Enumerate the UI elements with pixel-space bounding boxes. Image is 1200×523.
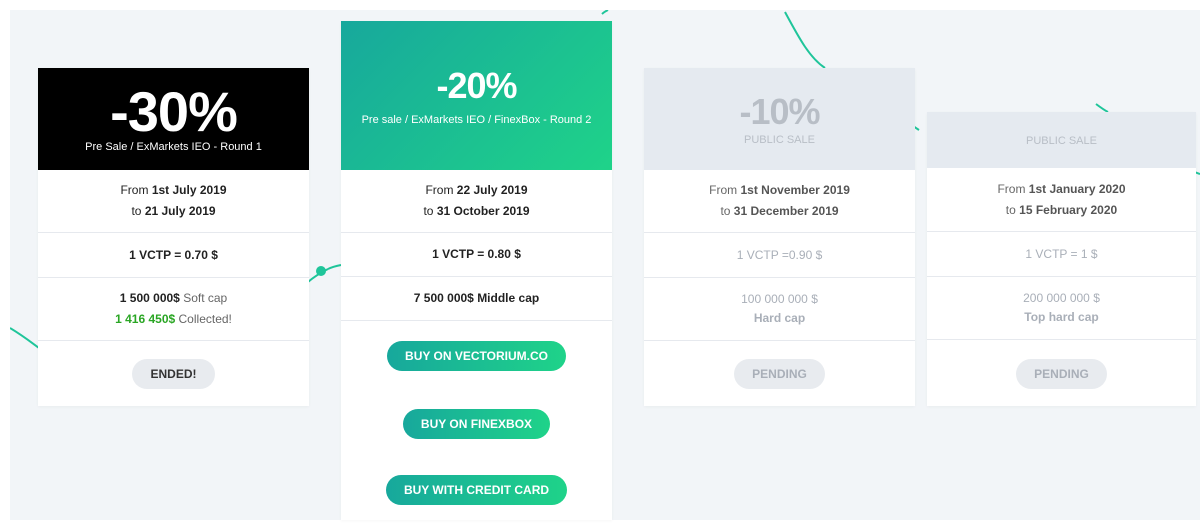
start-date: 22 July 2019 [456, 183, 528, 197]
end-date: 21 July 2019 [144, 204, 216, 218]
token-rate: 1 VCTP = 1 $ [927, 231, 1196, 276]
token-rate: 1 VCTP =0.90 $ [644, 232, 915, 277]
end-date: 31 December 2019 [733, 204, 839, 218]
card-action: PENDING [644, 340, 915, 407]
round-subtitle: PUBLIC SALE [1026, 135, 1097, 147]
cap-label: Middle cap [477, 291, 540, 305]
start-date: 1st July 2019 [151, 183, 227, 197]
from-label: From [120, 183, 149, 197]
cap-label: Hard cap [753, 311, 806, 325]
token-rate: 1 VCTP = 0.80 $ [341, 232, 612, 276]
to-label: to [423, 204, 434, 218]
card-header: -10% PUBLIC SALE [644, 68, 915, 170]
cap-info: 200 000 000 $ Top hard cap [927, 276, 1196, 339]
collected-amount: 1 416 450$ [115, 312, 176, 326]
from-label: From [709, 183, 738, 197]
sale-card-public-2: PUBLIC SALE From 1st January 2020 to 15 … [927, 112, 1196, 406]
buy-vectorium-button[interactable]: BUY ON VECTORIUM.CO [387, 341, 566, 371]
discount-label: -30% [110, 80, 238, 143]
date-range: From 1st November 2019 to 31 December 20… [644, 170, 915, 232]
pending-button[interactable]: PENDING [734, 359, 825, 389]
start-date: 1st January 2020 [1028, 181, 1126, 196]
buy-buttons: BUY ON VECTORIUM.CO BUY ON FINEXBOX BUY … [341, 320, 612, 523]
card-action: PENDING [927, 339, 1196, 408]
cap-info: 100 000 000 $ Hard cap [644, 277, 915, 340]
cap-label: Soft cap [183, 291, 228, 305]
ended-button[interactable]: ENDED! [132, 359, 215, 389]
round-subtitle: Pre sale / ExMarkets IEO / FinexBox - Ro… [361, 113, 592, 126]
card-action: ENDED! [38, 340, 309, 407]
sale-card-round-1: -30% Pre Sale / ExMarkets IEO - Round 1 … [38, 68, 309, 406]
cap-amount: 200 000 000 $ [1023, 291, 1100, 305]
to-label: to [1005, 202, 1016, 217]
collected-label: Collected! [178, 312, 232, 326]
cap-amount: 100 000 000 $ [741, 292, 818, 306]
cap-info: 7 500 000$ Middle cap [341, 276, 612, 320]
card-header: PUBLIC SALE [927, 112, 1196, 168]
from-label: From [425, 183, 454, 197]
round-subtitle: PUBLIC SALE [744, 134, 815, 146]
cap-amount: 1 500 000$ [119, 291, 180, 305]
discount-label: -20% [436, 64, 517, 106]
date-range: From 22 July 2019 to 31 October 2019 [341, 170, 612, 232]
pending-button[interactable]: PENDING [1016, 359, 1107, 389]
cap-label: Top hard cap [1024, 310, 1099, 324]
card-header: -30% Pre Sale / ExMarkets IEO - Round 1 [38, 68, 309, 170]
buy-credit-card-button[interactable]: BUY WITH CREDIT CARD [385, 475, 568, 505]
to-label: to [131, 204, 142, 218]
sale-card-round-2: -20% Pre sale / ExMarkets IEO / FinexBox… [341, 21, 612, 520]
from-label: From [997, 181, 1026, 196]
date-range: From 1st January 2020 to 15 February 202… [927, 168, 1196, 231]
start-date: 1st November 2019 [740, 183, 850, 197]
round-subtitle: Pre Sale / ExMarkets IEO - Round 1 [85, 141, 262, 153]
cap-info: 1 500 000$ Soft cap 1 416 450$ Collected… [38, 277, 309, 340]
end-date: 31 October 2019 [436, 204, 530, 218]
date-range: From 1st July 2019 to 21 July 2019 [38, 170, 309, 232]
to-label: to [720, 204, 731, 218]
card-header: -20% Pre sale / ExMarkets IEO / FinexBox… [341, 21, 612, 170]
token-rate: 1 VCTP = 0.70 $ [38, 232, 309, 277]
discount-label: -10% [739, 91, 820, 132]
curve-dot [316, 266, 326, 276]
buy-finexbox-button[interactable]: BUY ON FINEXBOX [402, 409, 551, 439]
sale-card-public-1: -10% PUBLIC SALE From 1st November 2019 … [644, 68, 915, 406]
end-date: 15 February 2020 [1019, 202, 1118, 217]
cap-amount: 7 500 000$ [413, 291, 474, 305]
